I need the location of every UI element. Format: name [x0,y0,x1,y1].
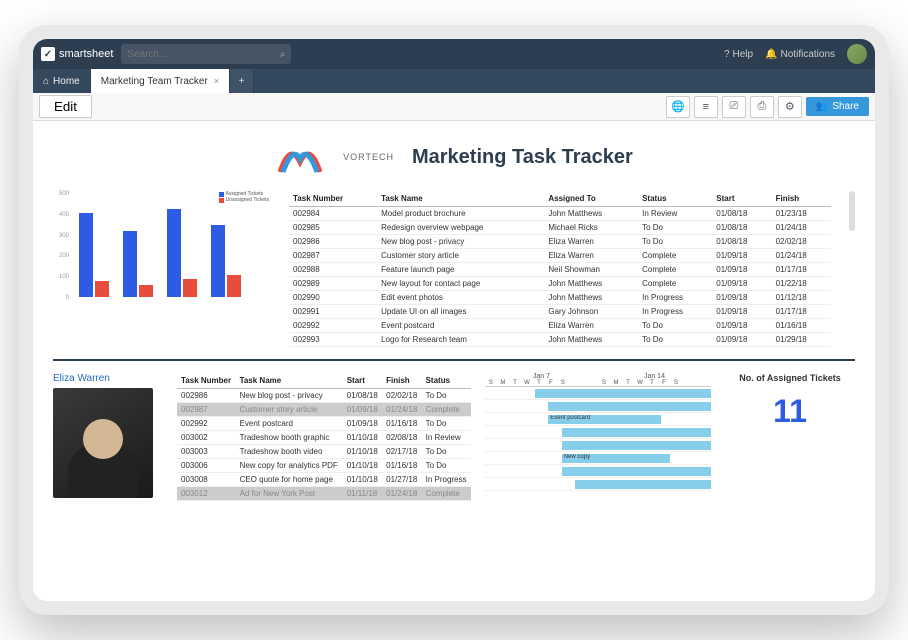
app-logo: ✓ smartsheet [41,47,113,61]
table-row[interactable]: 002987Customer story article01/09/1801/2… [177,403,471,417]
people-icon: 👥 [816,101,828,112]
table-row[interactable]: 002987Customer story articleEliza Warren… [289,249,831,263]
gantt-row [485,465,711,478]
search-icon[interactable]: ⌕ [280,49,286,60]
gantt-bar[interactable]: Event postcard [548,415,661,424]
metric-value: 11 [725,393,855,430]
help-link[interactable]: ? Help [724,49,753,60]
gantt-bar[interactable] [548,402,711,411]
print-icon[interactable]: ⎙ [750,96,774,118]
page-title: Marketing Task Tracker [412,146,633,169]
gantt-row: Event postcard [485,413,711,426]
table-row[interactable]: 003002Tradeshow booth graphic01/10/1802/… [177,431,471,445]
brand-logo [275,137,325,177]
column-header[interactable]: Status [638,191,712,207]
home-icon: ⌂ [43,76,49,87]
search-box[interactable]: ⌕ [121,44,291,64]
tab-add[interactable]: + [230,69,254,93]
column-header[interactable]: Finish [772,191,831,207]
display-icon[interactable]: ⎚ [722,96,746,118]
close-icon[interactable]: × [214,76,219,86]
chart-bar [227,275,241,297]
main-task-table: Task NumberTask NameAssigned ToStatusSta… [289,191,831,347]
gantt-row [485,439,711,452]
user-avatar[interactable] [847,44,867,64]
table-row[interactable]: 002985Redesign overview webpageMichael R… [289,221,831,235]
gantt-bar[interactable] [562,467,711,476]
help-icon: ? [724,49,730,60]
search-input[interactable] [127,49,279,60]
column-header[interactable]: Task Name [377,191,544,207]
table-row[interactable]: 002988Feature launch pageNeil ShowmanCom… [289,263,831,277]
tab-bar: ⌂ Home Marketing Team Tracker × + [33,69,875,93]
table-row[interactable]: 002986New blog post - privacy01/08/1802/… [177,389,471,403]
column-header[interactable]: Start [343,373,382,389]
chart-bar [167,209,181,297]
notifications-link[interactable]: 🔔 Notifications [765,49,835,60]
logo-mark-icon: ✓ [41,47,55,61]
gantt-bar[interactable] [535,389,711,398]
filter-icon[interactable]: ≡ [694,96,718,118]
table-row[interactable]: 003006New copy for analytics PDF01/10/18… [177,459,471,473]
share-button[interactable]: 👥 Share [806,97,869,116]
toolbar: Edit 🌐 ≡ ⎚ ⎙ ⚙ 👥 Share [33,93,875,121]
chart-bar [211,225,225,297]
bar-chart: 5004003002001000 Assigned TicketsUnassig… [53,191,273,301]
scrollbar[interactable] [849,191,855,231]
edit-button[interactable]: Edit [39,95,92,118]
bell-icon: 🔔 [765,49,777,60]
tab-active-sheet[interactable]: Marketing Team Tracker × [91,69,230,93]
table-row[interactable]: 002992Event postcard01/09/1801/16/18To D… [177,417,471,431]
publish-icon[interactable]: 🌐 [666,96,690,118]
gantt-row [485,426,711,439]
column-header[interactable]: Task Number [289,191,377,207]
table-row[interactable]: 003012Ad for New York Post01/11/1801/24/… [177,487,471,501]
chart-bar [139,285,153,297]
brand-name: VORTECH [343,152,394,162]
gantt-row [485,478,711,491]
table-row[interactable]: 003008CEO quote for home page01/10/1801/… [177,473,471,487]
table-row[interactable]: 002984Model product brochureJohn Matthew… [289,207,831,221]
dashboard-content: VORTECH Marketing Task Tracker 500400300… [33,121,875,601]
section-divider [53,359,855,361]
person-photo [53,388,153,498]
metric-widget: No. of Assigned Tickets 11 [725,373,855,430]
chart-bar [183,279,197,297]
settings-icon[interactable]: ⚙ [778,96,802,118]
metric-label: No. of Assigned Tickets [725,373,855,383]
column-header[interactable]: Start [712,191,771,207]
chart-bar [95,281,109,297]
column-header[interactable]: Task Name [236,373,343,389]
assigned-task-table: Task NumberTask NameStartFinishStatus 00… [177,373,471,501]
table-row[interactable]: 002990Edit event photosJohn MatthewsIn P… [289,291,831,305]
table-row[interactable]: 002989New layout for contact pageJohn Ma… [289,277,831,291]
table-row[interactable]: 002992Event postcardEliza WarrenTo Do01/… [289,319,831,333]
gantt-chart: Jan 7 SMTWTFS Jan 14 SMTWTFS Event postc… [485,373,711,491]
app-name: smartsheet [59,48,113,60]
top-bar: ✓ smartsheet ⌕ ? Help 🔔 Notifications [33,39,875,69]
table-row[interactable]: 002986New blog post - privacyEliza Warre… [289,235,831,249]
column-header[interactable]: Finish [382,373,421,389]
column-header[interactable]: Task Number [177,373,236,389]
gantt-bar[interactable] [562,428,711,437]
gantt-row: New copy [485,452,711,465]
person-name: Eliza Warren [53,373,163,384]
chart-bar [79,213,93,297]
table-row[interactable]: 003003Tradeshow booth video01/10/1802/17… [177,445,471,459]
tab-home[interactable]: ⌂ Home [33,69,91,93]
gantt-bar[interactable] [575,480,711,489]
column-header[interactable]: Assigned To [544,191,638,207]
table-row[interactable]: 002991Update UI on all imagesGary Johnso… [289,305,831,319]
column-header[interactable]: Status [422,373,471,389]
gantt-bar[interactable]: New copy [562,454,671,463]
gantt-row [485,400,711,413]
gantt-row [485,387,711,400]
chart-bar [123,231,137,297]
gantt-bar[interactable] [562,441,711,450]
table-row[interactable]: 002993Logo for Research teamJohn Matthew… [289,333,831,347]
plus-icon: + [239,76,245,87]
